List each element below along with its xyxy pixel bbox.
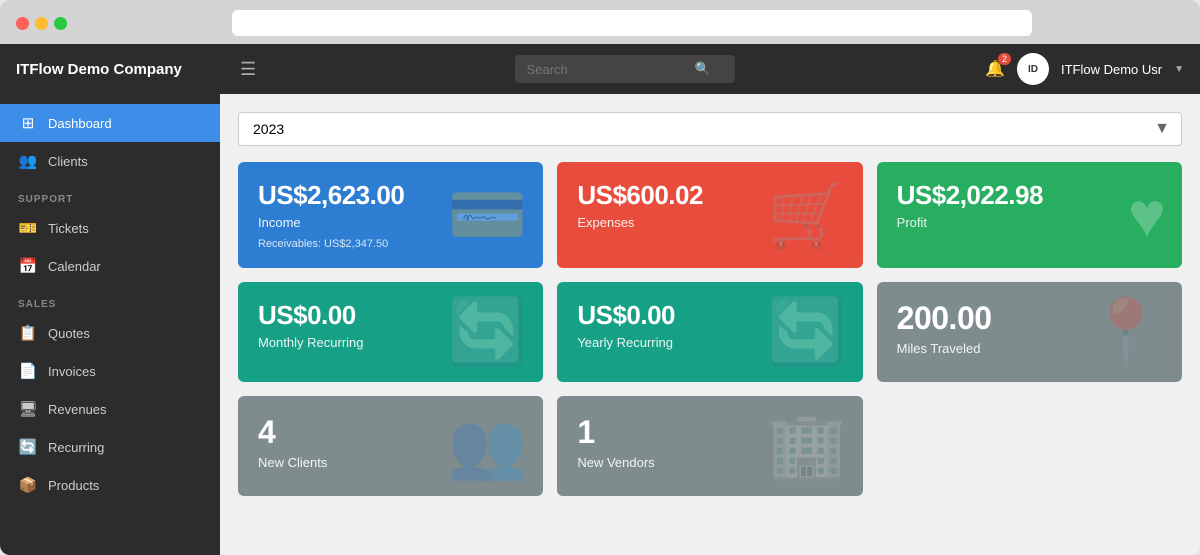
- vendors-bg-icon: 🏢: [767, 409, 847, 484]
- search-box: 🔍: [515, 55, 735, 83]
- sidebar-label-quotes: Quotes: [48, 326, 90, 341]
- notification-bell[interactable]: 🔔 2: [985, 59, 1005, 79]
- miles-bg-icon: 📍: [1086, 295, 1166, 370]
- sidebar-label-products: Products: [48, 478, 99, 493]
- tickets-icon: 🎫: [18, 219, 38, 237]
- yearly-recurring-bg-icon: 🔄: [767, 295, 847, 370]
- navbar: ITFlow Demo Company ☰ 🔍 🔔 2 ID: [0, 44, 1200, 94]
- sidebar-label-tickets: Tickets: [48, 221, 89, 236]
- clients-bg-icon: 👥: [448, 409, 528, 484]
- avatar: ID: [1017, 53, 1049, 85]
- card-miles-traveled: 200.00 Miles Traveled 📍: [877, 282, 1182, 382]
- sidebar-item-tickets[interactable]: 🎫 Tickets: [0, 209, 220, 247]
- recurring-icon: 🔄: [18, 438, 38, 456]
- year-select[interactable]: 2023 2022 2021: [238, 112, 1182, 146]
- invoices-icon: 📄: [18, 362, 38, 380]
- profit-label: Profit: [897, 215, 1162, 230]
- notification-badge: 2: [998, 53, 1011, 65]
- products-icon: 📦: [18, 476, 38, 494]
- year-select-container: 2023 2022 2021 ▼: [238, 112, 1182, 146]
- main-area: ⊞ Dashboard 👥 Clients SUPPORT 🎫 Tickets: [0, 94, 1200, 555]
- sidebar-item-invoices[interactable]: 📄 Invoices: [0, 352, 220, 390]
- card-monthly-recurring: US$0.00 Monthly Recurring 🔄: [238, 282, 543, 382]
- close-button[interactable]: [16, 17, 29, 30]
- card-yearly-recurring: US$0.00 Yearly Recurring 🔄: [557, 282, 862, 382]
- revenues-icon: 🖥: [18, 400, 38, 418]
- navbar-brand: ITFlow Demo Company: [16, 61, 216, 78]
- card-new-vendors: 1 New Vendors 🏢: [557, 396, 862, 496]
- browser-titlebar: [0, 0, 1200, 44]
- navbar-right: 🔔 2 ID ITFlow Demo Usr ▼: [985, 53, 1184, 85]
- monthly-recurring-bg-icon: 🔄: [448, 295, 528, 370]
- year-select-wrapper: 2023 2022 2021 ▼: [238, 112, 1182, 146]
- dashboard-icon: ⊞: [18, 114, 38, 132]
- address-bar[interactable]: [232, 10, 1032, 36]
- maximize-button[interactable]: [54, 17, 67, 30]
- avatar-initials: ID: [1028, 64, 1038, 75]
- sidebar-label-calendar: Calendar: [48, 259, 101, 274]
- sidebar-item-calendar[interactable]: 📅 Calendar: [0, 247, 220, 285]
- sidebar-item-clients[interactable]: 👥 Clients: [0, 142, 220, 180]
- card-profit: US$2,022.98 Profit ♥: [877, 162, 1182, 268]
- app-wrapper: ITFlow Demo Company ☰ 🔍 🔔 2 ID: [0, 44, 1200, 555]
- card-new-clients: 4 New Clients 👥: [238, 396, 543, 496]
- profit-amount: US$2,022.98: [897, 180, 1162, 211]
- sidebar-label-dashboard: Dashboard: [48, 116, 112, 131]
- quotes-icon: 📋: [18, 324, 38, 342]
- card-profit-top: US$2,022.98 Profit: [897, 180, 1162, 230]
- search-icon[interactable]: 🔍: [695, 61, 711, 77]
- browser-window: ITFlow Demo Company ☰ 🔍 🔔 2 ID: [0, 0, 1200, 555]
- browser-body: ITFlow Demo Company ☰ 🔍 🔔 2 ID: [0, 44, 1200, 555]
- sidebar-item-quotes[interactable]: 📋 Quotes: [0, 314, 220, 352]
- sidebar-label-clients: Clients: [48, 154, 88, 169]
- sidebar-item-revenues[interactable]: 🖥 Revenues: [0, 390, 220, 428]
- income-bg-icon: 💳: [448, 178, 528, 253]
- profit-bg-icon: ♥: [1128, 178, 1166, 252]
- navbar-search-area: 🔍: [280, 55, 969, 83]
- sidebar-label-revenues: Revenues: [48, 402, 107, 417]
- user-menu[interactable]: ITFlow Demo Usr: [1061, 62, 1162, 77]
- minimize-button[interactable]: [35, 17, 48, 30]
- sidebar-item-dashboard[interactable]: ⊞ Dashboard: [0, 104, 220, 142]
- sidebar: ⊞ Dashboard 👥 Clients SUPPORT 🎫 Tickets: [0, 94, 220, 555]
- sidebar-item-recurring[interactable]: 🔄 Recurring: [0, 428, 220, 466]
- card-expenses: US$600.02 Expenses 🛒: [557, 162, 862, 268]
- browser-traffic-lights: [16, 17, 67, 30]
- sidebar-item-products[interactable]: 📦 Products: [0, 466, 220, 504]
- expenses-bg-icon: 🛒: [767, 178, 847, 253]
- card-income: US$2,623.00 Income Receivables: US$2,347…: [238, 162, 543, 268]
- user-menu-caret: ▼: [1174, 64, 1184, 75]
- navbar-toggle[interactable]: ☰: [232, 55, 264, 84]
- search-input[interactable]: [527, 62, 687, 77]
- dashboard-content: 2023 2022 2021 ▼ US$2,623.00: [220, 94, 1200, 555]
- sidebar-label-recurring: Recurring: [48, 440, 104, 455]
- sidebar-label-invoices: Invoices: [48, 364, 96, 379]
- stats-grid: US$2,623.00 Income Receivables: US$2,347…: [238, 162, 1182, 496]
- clients-icon: 👥: [18, 152, 38, 170]
- sidebar-section-support: SUPPORT: [0, 180, 220, 209]
- calendar-icon: 📅: [18, 257, 38, 275]
- sidebar-section-sales: SALES: [0, 285, 220, 314]
